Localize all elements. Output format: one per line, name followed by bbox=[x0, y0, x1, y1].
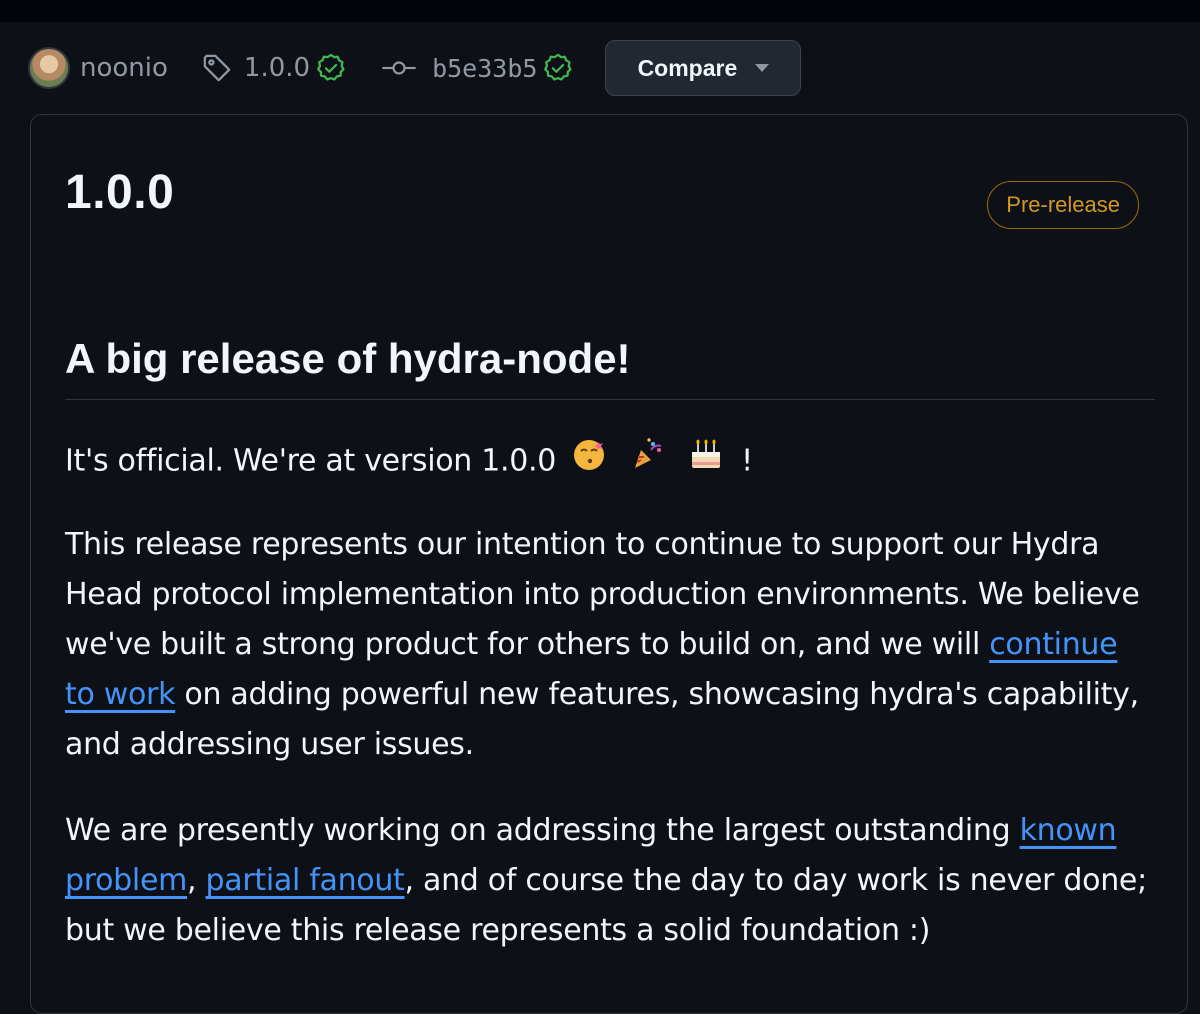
git-commit-icon bbox=[382, 58, 416, 78]
author-name[interactable]: noonio bbox=[80, 53, 168, 83]
paragraph-working-sep: , bbox=[187, 863, 206, 898]
window-top-bar bbox=[0, 0, 1200, 22]
paragraph-working-text-a: We are presently working on addressing t… bbox=[65, 813, 1020, 848]
party-popper-emoji bbox=[629, 436, 665, 488]
compare-button-label: Compare bbox=[637, 54, 738, 81]
kissing-face-emoji bbox=[571, 436, 607, 488]
release-heading: A big release of hydra-node! bbox=[65, 335, 1155, 400]
verified-check-icon[interactable] bbox=[316, 53, 346, 83]
release-notes: A big release of hydra-node! It's offici… bbox=[65, 335, 1155, 956]
paragraph-intention-text-b: on adding powerful new features, showcas… bbox=[65, 677, 1139, 762]
release-title[interactable]: 1.0.0 bbox=[65, 165, 174, 220]
release-meta: noonio 1.0.0 b5e33b5 Compare bbox=[28, 40, 802, 96]
tag-name[interactable]: 1.0.0 bbox=[244, 53, 310, 83]
verified-check-icon[interactable] bbox=[543, 53, 573, 83]
paragraph-working: We are presently working on addressing t… bbox=[65, 806, 1155, 956]
paragraph-official: It's official. We're at version 1.0.0 ! bbox=[65, 436, 1155, 488]
paragraph-intention-text-a: This release represents our intention to… bbox=[65, 527, 1140, 662]
paragraph-intention: This release represents our intention to… bbox=[65, 520, 1155, 770]
author-avatar[interactable] bbox=[28, 47, 70, 89]
paragraph-official-text: It's official. We're at version 1.0.0 bbox=[65, 443, 557, 479]
release-card: 1.0.0 Pre-release A big release of hydra… bbox=[30, 114, 1188, 1014]
birthday-cake-emoji bbox=[686, 436, 726, 488]
tag-icon bbox=[202, 53, 232, 83]
prerelease-badge: Pre-release bbox=[987, 181, 1139, 229]
compare-button[interactable]: Compare bbox=[605, 40, 802, 96]
commit-sha[interactable]: b5e33b5 bbox=[432, 54, 537, 83]
paragraph-official-end: ! bbox=[741, 443, 753, 479]
partial-fanout-link[interactable]: partial fanout bbox=[206, 863, 405, 898]
caret-down-icon bbox=[755, 64, 770, 72]
